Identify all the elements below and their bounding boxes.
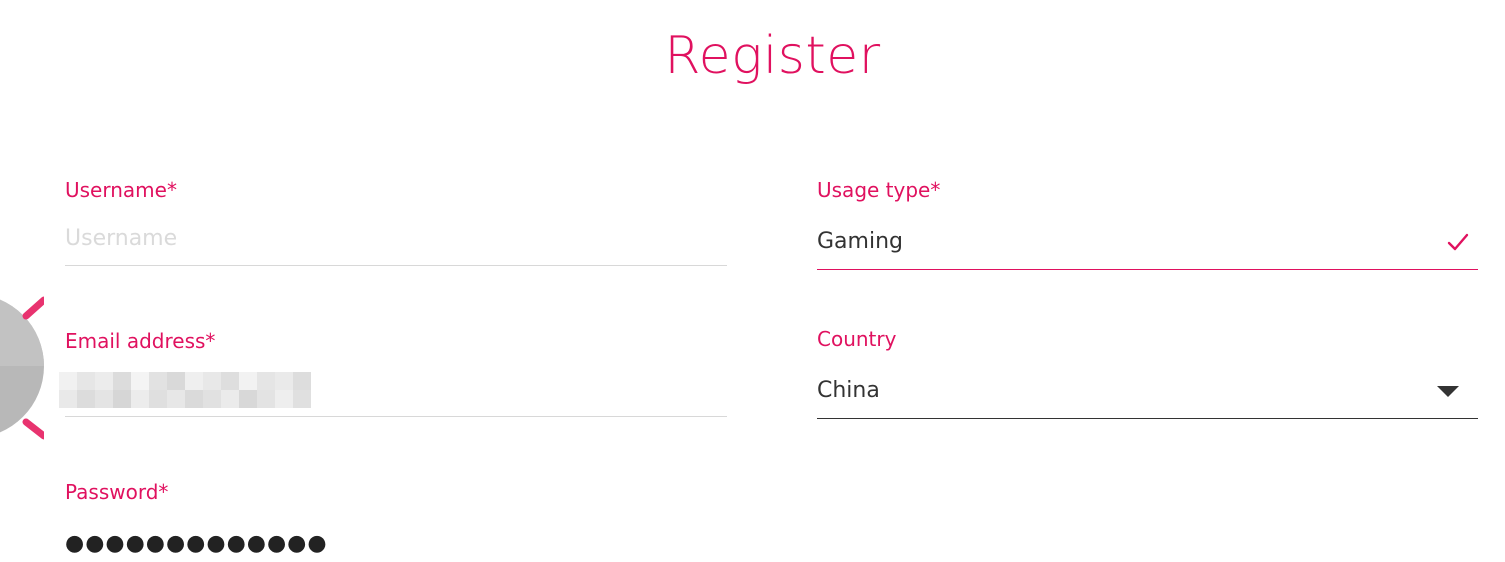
usage-type-label: Usage type* — [817, 178, 941, 202]
usage-type-underline — [817, 269, 1478, 270]
country-label: Country — [817, 327, 897, 351]
side-widget-icon[interactable] — [0, 288, 44, 448]
register-page: Register Username* Email address* Passwo… — [0, 0, 1505, 562]
email-label: Email address* — [65, 329, 216, 353]
country-underline — [817, 418, 1478, 419]
page-title: Register — [664, 26, 881, 86]
email-underline — [65, 416, 727, 417]
check-icon — [1447, 233, 1469, 251]
username-underline — [65, 265, 727, 266]
email-input-obscured[interactable] — [59, 372, 311, 408]
password-label: Password* — [65, 480, 169, 504]
country-select[interactable]: China — [817, 374, 880, 408]
usage-type-input[interactable]: Gaming — [817, 225, 903, 259]
country-field: Country China — [817, 326, 1478, 421]
username-label: Username* — [65, 178, 177, 202]
username-input[interactable] — [65, 221, 727, 255]
username-field: Username* — [65, 177, 727, 267]
email-field: Email address* — [59, 328, 727, 418]
password-field: Password* ●●●●●●●●●●●●● — [65, 479, 727, 562]
caret-down-icon[interactable] — [1437, 386, 1459, 397]
usage-type-field: Usage type* Gaming — [817, 177, 1478, 272]
password-input[interactable]: ●●●●●●●●●●●●● — [65, 527, 328, 561]
